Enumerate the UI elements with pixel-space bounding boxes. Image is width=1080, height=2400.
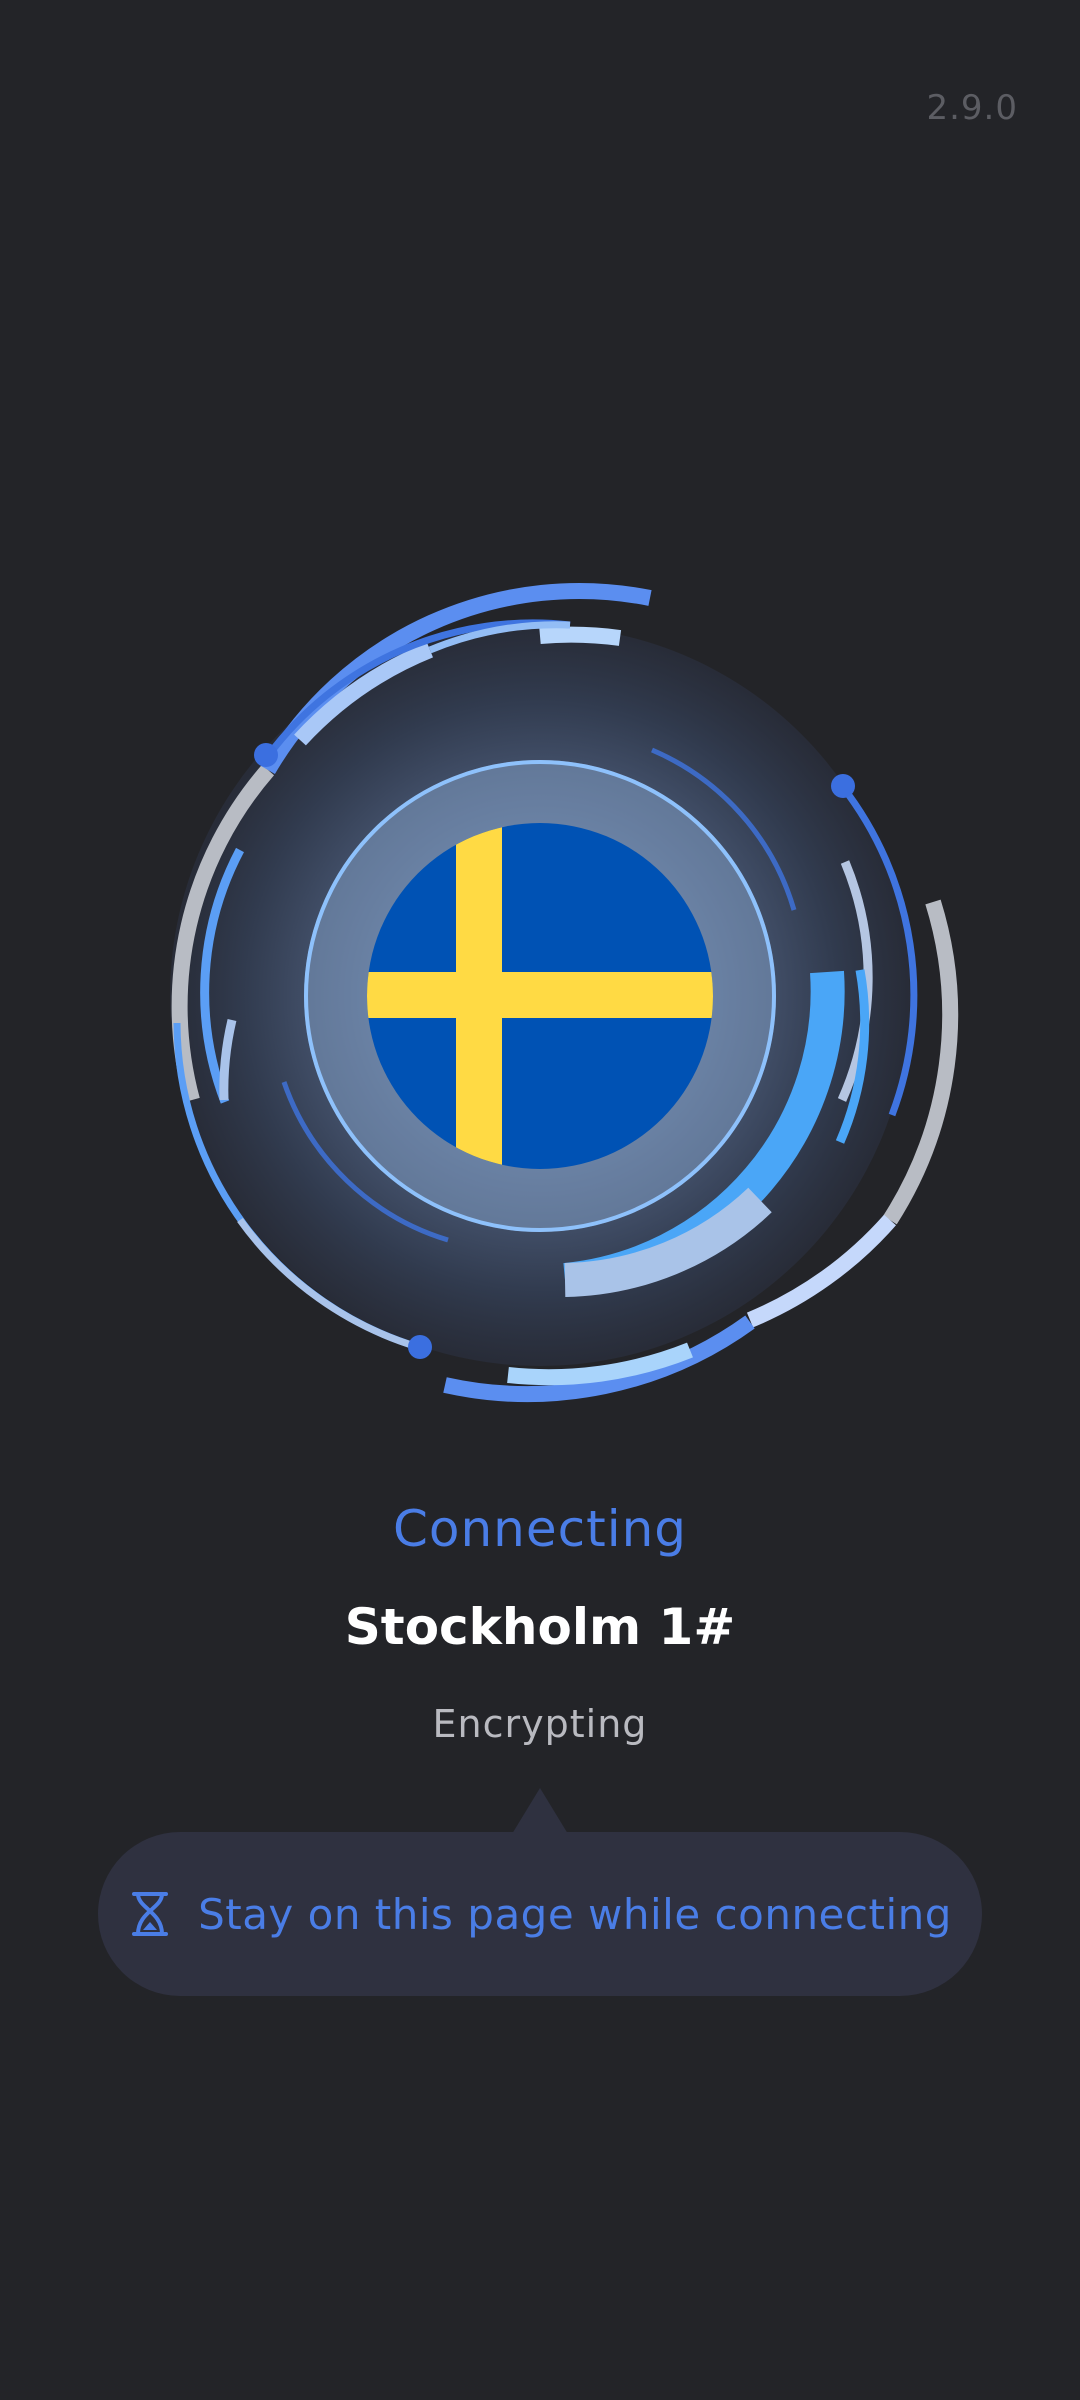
app-version: 2.9.0	[926, 88, 1018, 128]
stay-on-page-tooltip: Stay on this page while connecting	[98, 1832, 982, 1996]
connection-stage: Encrypting	[432, 1702, 648, 1746]
tooltip-caret	[512, 1788, 568, 1834]
ring-outer-top-highlight	[539, 626, 622, 646]
connection-status: Connecting	[392, 1500, 688, 1558]
connecting-screen: 2.9.0 Connecting Stockholm 1# Encrypting…	[0, 0, 1080, 2400]
ring-node-bottom-left	[408, 1335, 432, 1359]
ring-node-top-right	[831, 774, 855, 798]
connection-orb	[100, 560, 980, 1440]
ring-node-top-left	[254, 743, 278, 767]
server-name: Stockholm 1#	[344, 1598, 736, 1656]
tooltip-message: Stay on this page while connecting	[198, 1889, 952, 1939]
connection-rings	[170, 583, 959, 1403]
hourglass-icon	[128, 1890, 172, 1938]
